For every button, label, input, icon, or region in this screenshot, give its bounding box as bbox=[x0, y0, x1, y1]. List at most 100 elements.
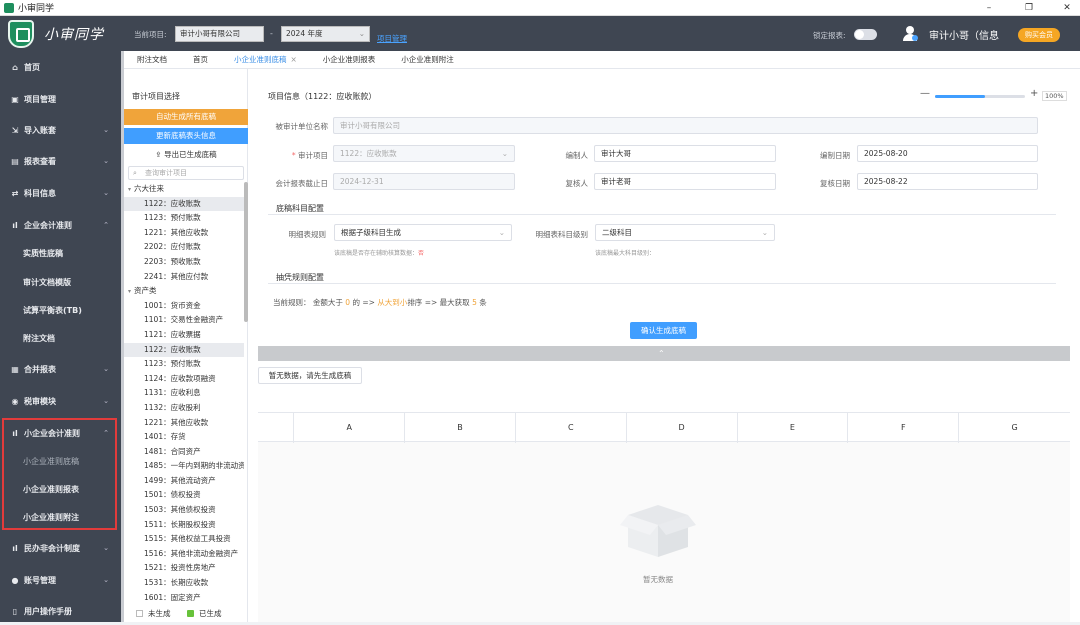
tree-item[interactable]: 2203：预收账款 bbox=[124, 255, 244, 270]
tree-item[interactable]: 1521：投资性房地产 bbox=[124, 561, 244, 576]
user-name[interactable]: 审计小哥（信息 bbox=[929, 27, 999, 42]
caret-down-icon[interactable]: ▾ bbox=[128, 186, 131, 193]
sidebar-item-subject-info[interactable]: ⇄ 科目信息 ⌄ bbox=[0, 179, 121, 207]
tab-small-workpapers[interactable]: 小企业准则底稿 × bbox=[221, 51, 310, 69]
tab-label: 首页 bbox=[193, 55, 208, 64]
collapse-bar[interactable]: ⌃ bbox=[258, 346, 1070, 361]
tree-item[interactable]: 2202：应付账款 bbox=[124, 240, 244, 255]
tree-item[interactable]: 1501：债权投资 bbox=[124, 488, 244, 503]
export-button[interactable]: ⇪ 导出已生成底稿 bbox=[124, 147, 248, 163]
tree-item[interactable]: 1499：其他流动资产 bbox=[124, 474, 244, 489]
tree-item[interactable]: 1101：交易性金融资产 bbox=[124, 313, 244, 328]
preparer-field[interactable]: 审计大哥 bbox=[594, 145, 776, 162]
sidebar-sub-substantive[interactable]: 实质性底稿 bbox=[0, 240, 121, 268]
reviewer-field[interactable]: 审计老哥 bbox=[594, 173, 776, 190]
tree-item[interactable]: 1221：其他应收款 bbox=[124, 226, 244, 241]
rule-count: 条 bbox=[479, 298, 487, 307]
tree-item[interactable]: 1511：长期股权投资 bbox=[124, 518, 244, 533]
lock-report-toggle[interactable] bbox=[854, 29, 877, 40]
sidebar-item-account[interactable]: ● 账号管理 ⌄ bbox=[0, 566, 121, 594]
buy-membership-button[interactable]: 购买会员 bbox=[1018, 28, 1060, 42]
sidebar-item-home[interactable]: ⌂ 首页 bbox=[0, 53, 121, 81]
tab-notes-doc[interactable]: 附注文档 bbox=[124, 51, 180, 69]
grid-col-header[interactable]: B bbox=[405, 413, 516, 443]
close-icon[interactable]: × bbox=[291, 55, 297, 64]
sidebar-item-report-view[interactable]: ▤ 报表查看 ⌄ bbox=[0, 147, 121, 175]
tree-item[interactable]: 1122：应收账款 bbox=[124, 196, 244, 212]
tree-item[interactable]: 1531：长期应收款 bbox=[124, 576, 244, 591]
tree-item[interactable]: 1601：固定资产 bbox=[124, 591, 244, 602]
tree-item[interactable]: 1124：应收款项融资 bbox=[124, 372, 244, 387]
grid-col-header[interactable]: C bbox=[516, 413, 627, 443]
tree-item-label: 2203：预收账款 bbox=[144, 256, 201, 266]
tree-item[interactable]: 1123：预付账款 bbox=[124, 211, 244, 226]
sidebar-sub-trial-balance[interactable]: 试算平衡表(TB) bbox=[0, 297, 121, 325]
audit-item-search-input[interactable]: ⌕ 查询审计项目 bbox=[128, 166, 244, 180]
grid-col-header[interactable]: F bbox=[848, 413, 960, 443]
tree-group[interactable]: ▾ 六大往来 bbox=[124, 182, 244, 197]
tree-item[interactable]: 1131：应收利息 bbox=[124, 386, 244, 401]
zoom-slider[interactable] bbox=[935, 95, 1025, 98]
tree-item[interactable]: 1503：其他债权投资 bbox=[124, 503, 244, 518]
sidebar-item-project-management[interactable]: ▣ 项目管理 bbox=[0, 85, 121, 113]
zoom-in-button[interactable]: + bbox=[1030, 88, 1038, 99]
sidebar-sub-notes[interactable]: 附注文档 bbox=[0, 325, 121, 353]
tab-small-reports[interactable]: 小企业准则报表 bbox=[310, 51, 389, 69]
top-header: 小审同学 当前项目: 审计小哥有限公司 - 2024 年度 ⌄ 项目管理 锁定报… bbox=[0, 16, 1080, 51]
tree-item[interactable]: 1001：货币资金 bbox=[124, 299, 244, 314]
sidebar-item-enterprise-standards[interactable]: ıl 企业会计准则 ⌃ bbox=[0, 211, 121, 239]
sidebar-sub-audit-templates[interactable]: 审计文档模版 bbox=[0, 269, 121, 297]
subject-icon: ⇄ bbox=[11, 188, 19, 198]
no-data-button[interactable]: 暂无数据，请先生成底稿 bbox=[258, 367, 362, 384]
import-icon: ⇲ bbox=[11, 125, 19, 135]
tree-item[interactable]: 1121：应收票据 bbox=[124, 328, 244, 343]
tree-item[interactable]: 1516：其他非流动金融资产 bbox=[124, 547, 244, 562]
prep-date-field[interactable]: 2025-08-20 bbox=[857, 145, 1038, 162]
project-management-link[interactable]: 项目管理 bbox=[377, 33, 407, 44]
confirm-generate-button[interactable]: 确认生成底稿 bbox=[630, 322, 697, 339]
generate-all-button[interactable]: 自动生成所有底稿 bbox=[124, 109, 248, 125]
unit-name-field[interactable]: 审计小哥有限公司 bbox=[333, 117, 1038, 134]
audit-item-select[interactable]: 1122：应收账款 ⌄ bbox=[333, 145, 515, 162]
period-end-field[interactable]: 2024-12-31 bbox=[333, 173, 515, 190]
detail-rule-select[interactable]: 根据子级科目生成 ⌄ bbox=[334, 224, 512, 241]
sidebar-item-tax-audit[interactable]: ◉ 税审模块 ⌄ bbox=[0, 387, 121, 415]
grid-col-header[interactable]: D bbox=[627, 413, 738, 443]
grid-col-header[interactable]: A bbox=[294, 413, 406, 443]
subject-level-select[interactable]: 二级科目 ⌄ bbox=[595, 224, 775, 241]
tree-group[interactable]: ▾ 资产类 bbox=[124, 284, 244, 299]
tree-item[interactable]: 1123：预付账款 bbox=[124, 357, 244, 372]
level-hint: 该底稿最大科目级别： bbox=[595, 250, 656, 257]
tree-item[interactable]: 1132：应收股利 bbox=[124, 401, 244, 416]
minimize-button[interactable]: – bbox=[976, 0, 1002, 16]
grid-header: A B C D E F G bbox=[258, 412, 1070, 443]
tab-small-notes[interactable]: 小企业准则附注 bbox=[388, 51, 467, 69]
tab-home[interactable]: 首页 bbox=[180, 51, 221, 69]
grid-col-header[interactable]: E bbox=[738, 413, 849, 443]
project-select[interactable]: 审计小哥有限公司 bbox=[175, 26, 264, 42]
tree-item-label: 1123：预付账款 bbox=[144, 213, 201, 223]
year-select[interactable]: 2024 年度 ⌄ bbox=[281, 26, 370, 42]
tree-item[interactable]: 1481：合同资产 bbox=[124, 445, 244, 460]
tree-item[interactable]: 1401：存货 bbox=[124, 430, 244, 445]
update-header-button[interactable]: 更新底稿表头信息 bbox=[124, 128, 248, 144]
review-date-field[interactable]: 2025-08-22 bbox=[857, 173, 1038, 190]
tree-item[interactable]: 1485：一年内到期的非流动资产 bbox=[124, 459, 244, 474]
sidebar-item-import[interactable]: ⇲ 导入账套 ⌄ bbox=[0, 116, 121, 144]
sidebar-item-nonprofit[interactable]: ıl 民办非会计制度 ⌄ bbox=[0, 534, 121, 562]
close-window-button[interactable]: ✕ bbox=[1054, 0, 1080, 16]
tree-item[interactable]: 2241：其他应付款 bbox=[124, 270, 244, 285]
sidebar-item-manual[interactable]: ▯ 用户操作手册 bbox=[0, 597, 121, 625]
tree-item[interactable]: 1221：其他应收款 bbox=[124, 416, 244, 431]
grid-col-header[interactable]: G bbox=[959, 413, 1070, 443]
restore-button[interactable]: ❐ bbox=[1016, 0, 1042, 16]
divider bbox=[268, 283, 1056, 284]
tree-item[interactable]: 1122：应收账款 bbox=[124, 342, 244, 358]
export-label: 导出已生成底稿 bbox=[164, 150, 217, 159]
zoom-out-button[interactable]: — bbox=[920, 88, 930, 99]
user-avatar-icon[interactable] bbox=[903, 26, 918, 41]
sidebar-item-consolidated[interactable]: ▦ 合并报表 ⌄ bbox=[0, 355, 121, 383]
caret-down-icon[interactable]: ▾ bbox=[128, 288, 131, 295]
tree-item-label: 2202：应付账款 bbox=[144, 242, 201, 252]
tree-item[interactable]: 1515：其他权益工具投资 bbox=[124, 532, 244, 547]
